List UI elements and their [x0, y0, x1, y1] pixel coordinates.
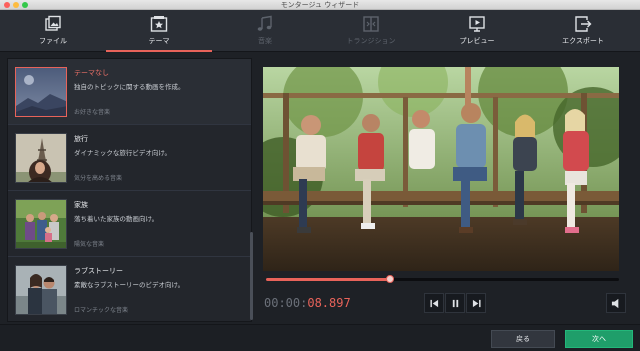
wizard-toolbar: ファイル テーマ 音楽 トランジション プレビュー エクスポート [0, 10, 640, 52]
preview-video [263, 67, 619, 271]
theme-travel-thumbnail [15, 133, 67, 183]
theme-list-scrollbar[interactable] [250, 232, 253, 320]
theme-star-icon [150, 16, 168, 32]
tab-transition-label: トランジション [346, 37, 396, 45]
export-icon [575, 16, 592, 32]
theme-music: 陽気な音楽 [74, 241, 105, 248]
tab-theme-label: テーマ [148, 37, 170, 45]
tab-music[interactable]: 音楽 [212, 10, 318, 52]
preview-frame-image [263, 67, 619, 271]
theme-item-travel[interactable]: 旅行 ダイナミックな旅行ビデオ向け。 気分を高める音楽 [8, 125, 251, 191]
theme-name: テーマなし [74, 69, 109, 77]
theme-description: 素敵なラブストーリーのビデオ向け。 [74, 281, 185, 289]
theme-description: ダイナミックな旅行ビデオ向け。 [74, 149, 172, 157]
timecode-display: 00:00:08.897 [264, 296, 351, 310]
tab-file-label: ファイル [39, 37, 67, 45]
theme-item-family[interactable]: 家族 落ち着いた家族の動画向け。 陽気な音楽 [8, 191, 251, 257]
theme-description: 落ち着いた家族の動画向け。 [74, 215, 159, 223]
theme-name: ラブストーリー [74, 267, 123, 275]
transition-icon [363, 16, 379, 32]
skip-previous-icon [430, 299, 439, 308]
tab-export-label: エクスポート [562, 37, 604, 45]
tab-theme[interactable]: テーマ [106, 10, 212, 52]
volume-button[interactable] [606, 293, 626, 313]
theme-music: お好きな音楽 [74, 109, 111, 116]
file-image-icon [45, 15, 61, 31]
tab-transition[interactable]: トランジション [318, 10, 424, 52]
tab-export[interactable]: エクスポート [530, 10, 636, 52]
wizard-footer: 戻る 次へ [0, 324, 640, 351]
music-note-icon [257, 15, 272, 31]
theme-name: 家族 [74, 201, 88, 209]
theme-item-none[interactable]: テーマなし 独自のトピックに関する動画を作成。 お好きな音楽 [8, 59, 251, 125]
theme-love-story-thumbnail [15, 265, 67, 315]
timecode-frame: 08.897 [307, 296, 351, 310]
pause-icon [452, 299, 459, 308]
theme-none-thumbnail [15, 67, 67, 117]
window-title: モンタージュ ウィザード [280, 1, 360, 9]
theme-music: ロマンチックな音楽 [74, 307, 129, 314]
tab-preview[interactable]: プレビュー [424, 10, 530, 52]
next-button[interactable] [466, 293, 486, 313]
timecode-elapsed: 00:00: [264, 296, 308, 310]
tab-preview-label: プレビュー [459, 37, 495, 45]
window-titlebar: モンタージュ ウィザード [0, 0, 640, 10]
speaker-icon [611, 298, 619, 309]
seek-bar-progress [266, 278, 390, 281]
next-step-button[interactable]: 次へ [565, 330, 633, 348]
tab-file[interactable]: ファイル [0, 10, 106, 52]
back-button[interactable]: 戻る [491, 330, 555, 348]
tab-music-label: 音楽 [258, 37, 272, 45]
theme-item-love-story[interactable]: ラブストーリー 素敵なラブストーリーのビデオ向け。 ロマンチックな音楽 [8, 257, 251, 321]
theme-name: 旅行 [74, 135, 88, 143]
previous-button[interactable] [424, 293, 444, 313]
pause-button[interactable] [445, 293, 465, 313]
seek-bar[interactable] [266, 275, 619, 283]
theme-list: テーマなし 独自のトピックに関する動画を作成。 お好きな音楽 旅行 ダイナミック… [7, 58, 252, 322]
preview-play-icon [469, 16, 485, 32]
theme-family-thumbnail [15, 199, 67, 249]
seek-bar-handle[interactable] [385, 275, 394, 283]
skip-next-icon [472, 299, 481, 308]
theme-description: 独自のトピックに関する動画を作成。 [74, 83, 185, 91]
active-tab-indicator [106, 50, 212, 52]
theme-music: 気分を高める音楽 [74, 175, 123, 182]
